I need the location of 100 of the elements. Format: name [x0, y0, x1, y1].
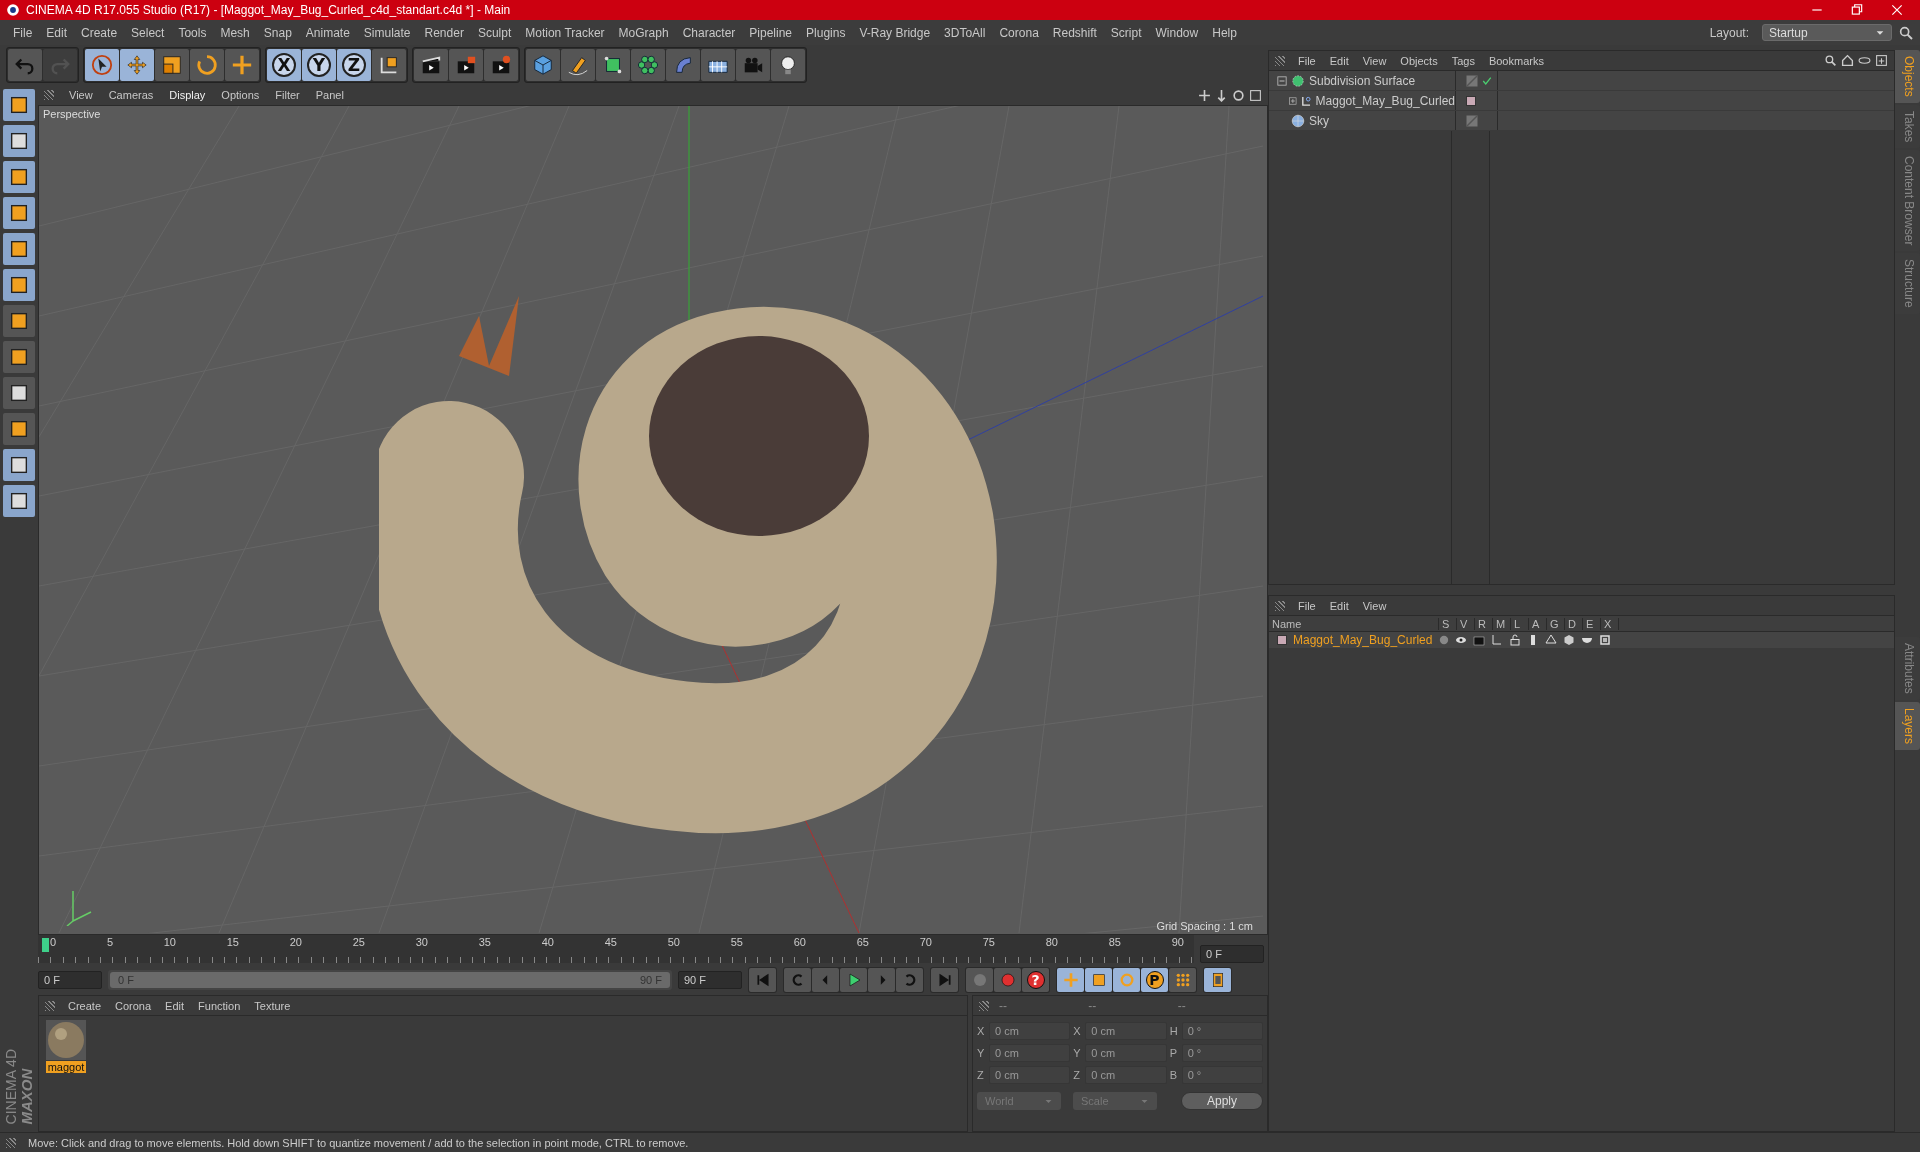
viewport-menu-item[interactable]: Options — [214, 89, 267, 101]
menu-item[interactable]: Window — [1148, 25, 1206, 40]
material-name[interactable]: maggot — [45, 1061, 87, 1073]
menu-item[interactable]: Bookmarks — [1481, 54, 1551, 67]
grip-handle[interactable] — [1275, 600, 1285, 611]
menu-item[interactable]: Mesh — [213, 25, 257, 40]
viewport[interactable]: Perspective Grid Spacing : 1 cm — [38, 105, 1268, 935]
menu-item[interactable]: Edit — [1322, 599, 1356, 612]
last-frame-button[interactable] — [931, 968, 958, 992]
layout-dropdown[interactable]: Startup — [1762, 24, 1892, 41]
menu-item[interactable]: Edit — [158, 999, 192, 1012]
coordinate-field[interactable]: 0 ° — [1181, 1044, 1263, 1062]
tool-button[interactable] — [771, 49, 805, 81]
grip-handle[interactable] — [979, 1000, 989, 1011]
menu-item[interactable]: Create — [61, 999, 109, 1012]
menu-item[interactable]: View — [1355, 599, 1394, 612]
viewport-menu-item[interactable]: Panel — [308, 89, 351, 101]
menu-item[interactable]: Objects — [1393, 54, 1445, 67]
menu-item[interactable]: Plugins — [799, 25, 853, 40]
next-frame-button[interactable] — [868, 968, 895, 992]
menu-item[interactable]: File — [1291, 599, 1323, 612]
key-tool-button[interactable]: P — [1141, 968, 1168, 992]
menu-item[interactable]: Sculpt — [470, 25, 519, 40]
tool-button[interactable] — [596, 49, 630, 81]
grip-handle[interactable] — [1275, 55, 1285, 66]
side-tab[interactable]: Layers — [1895, 701, 1920, 750]
tool-button[interactable]: X — [267, 49, 301, 81]
menu-item[interactable]: Tools — [171, 25, 214, 40]
grip-handle[interactable] — [45, 1000, 55, 1011]
current-frame-field[interactable]: 0 F — [1200, 945, 1264, 963]
menu-item[interactable]: Simulate — [356, 25, 418, 40]
mode-button[interactable] — [3, 125, 35, 157]
menu-item[interactable]: Animate — [298, 25, 357, 40]
menu-item[interactable]: Corona — [108, 999, 159, 1012]
coordinate-field[interactable]: 0 cm — [1085, 1044, 1167, 1062]
coordinate-field[interactable]: 0 ° — [1181, 1066, 1263, 1084]
menu-item[interactable]: Motion Tracker — [518, 25, 612, 40]
menu-item[interactable]: Tags — [1444, 54, 1482, 67]
mode-button[interactable] — [3, 197, 35, 229]
viewport-menu-item[interactable]: Filter — [268, 89, 307, 101]
mode-button[interactable] — [3, 89, 35, 121]
key-tool-button[interactable] — [1169, 968, 1196, 992]
layer-row[interactable]: Maggot_May_Bug_Curled — [1269, 632, 1894, 648]
mode-button[interactable] — [3, 449, 35, 481]
first-frame-button[interactable] — [749, 968, 776, 992]
coordinate-field[interactable]: 0 cm — [1085, 1022, 1167, 1040]
side-tab[interactable]: Objects — [1895, 50, 1920, 103]
apply-button[interactable]: Apply — [1181, 1092, 1263, 1110]
menu-item[interactable]: Edit — [1322, 54, 1356, 67]
menu-item[interactable]: Script — [1103, 25, 1149, 40]
timeline-ruler[interactable]: 0 5 10 15 20 25 30 35 40 45 50 55 60 65 70 75 80 85 90 — [38, 935, 1194, 963]
tool-button[interactable]: Y — [302, 49, 336, 81]
viewport-menu-item[interactable]: Display — [162, 89, 213, 101]
mode-button[interactable] — [3, 269, 35, 301]
menu-item[interactable]: Pipeline — [742, 25, 800, 40]
tool-button[interactable] — [372, 49, 406, 81]
menu-item[interactable]: Snap — [256, 25, 299, 40]
menu-item[interactable]: Edit — [39, 25, 75, 40]
coordinate-field[interactable]: 0 cm — [1085, 1066, 1167, 1084]
tool-button[interactable] — [414, 49, 448, 81]
coordinate-field[interactable]: 0 cm — [989, 1044, 1071, 1062]
menu-item[interactable]: Texture — [247, 999, 298, 1012]
object-row[interactable]: Sky — [1269, 111, 1894, 131]
mode-button[interactable] — [3, 233, 35, 265]
playhead-marker[interactable] — [42, 938, 49, 952]
start-frame-field[interactable]: 0 F — [38, 971, 102, 989]
menu-item[interactable]: Character — [675, 25, 743, 40]
viewport-menu-item[interactable]: Cameras — [101, 89, 161, 101]
mode-button[interactable] — [3, 341, 35, 373]
menu-item[interactable]: Corona — [992, 25, 1046, 40]
menu-item[interactable]: Select — [124, 25, 172, 40]
menu-item[interactable]: Function — [191, 999, 248, 1012]
object-row[interactable]: Maggot_May_Bug_Curled — [1269, 91, 1894, 111]
material-sphere-icon[interactable] — [46, 1020, 86, 1060]
coordinate-field[interactable]: 0 cm — [989, 1066, 1071, 1084]
mode-button[interactable] — [3, 305, 35, 337]
menu-item[interactable]: V-Ray Bridge — [852, 25, 938, 40]
menu-item[interactable]: Help — [1205, 25, 1244, 40]
menu-item[interactable]: MoGraph — [611, 25, 676, 40]
grip-handle[interactable] — [6, 1137, 16, 1148]
next-key-button[interactable] — [896, 968, 923, 992]
mode-button[interactable] — [3, 413, 35, 445]
tool-button[interactable] — [85, 49, 119, 81]
tool-button[interactable] — [155, 49, 189, 81]
menu-item[interactable]: File — [1291, 54, 1323, 67]
key-tool-button[interactable] — [1085, 968, 1112, 992]
play-button[interactable] — [840, 968, 867, 992]
key-tool-button[interactable] — [1204, 968, 1231, 992]
menu-item[interactable]: 3DToAll — [937, 25, 993, 40]
mode-button[interactable] — [3, 161, 35, 193]
coordinate-field[interactable]: 0 ° — [1181, 1022, 1263, 1040]
coordinate-field[interactable]: 0 cm — [989, 1022, 1071, 1040]
menu-item[interactable]: File — [6, 25, 40, 40]
mode-button[interactable] — [3, 485, 35, 517]
key-tool-button[interactable]: ? — [1022, 968, 1049, 992]
viewport-menu-item[interactable]: View — [62, 89, 100, 101]
menu-item[interactable]: Render — [417, 25, 471, 40]
menu-item[interactable]: Redshift — [1045, 25, 1104, 40]
prev-frame-button[interactable] — [812, 968, 839, 992]
key-tool-button[interactable] — [994, 968, 1021, 992]
